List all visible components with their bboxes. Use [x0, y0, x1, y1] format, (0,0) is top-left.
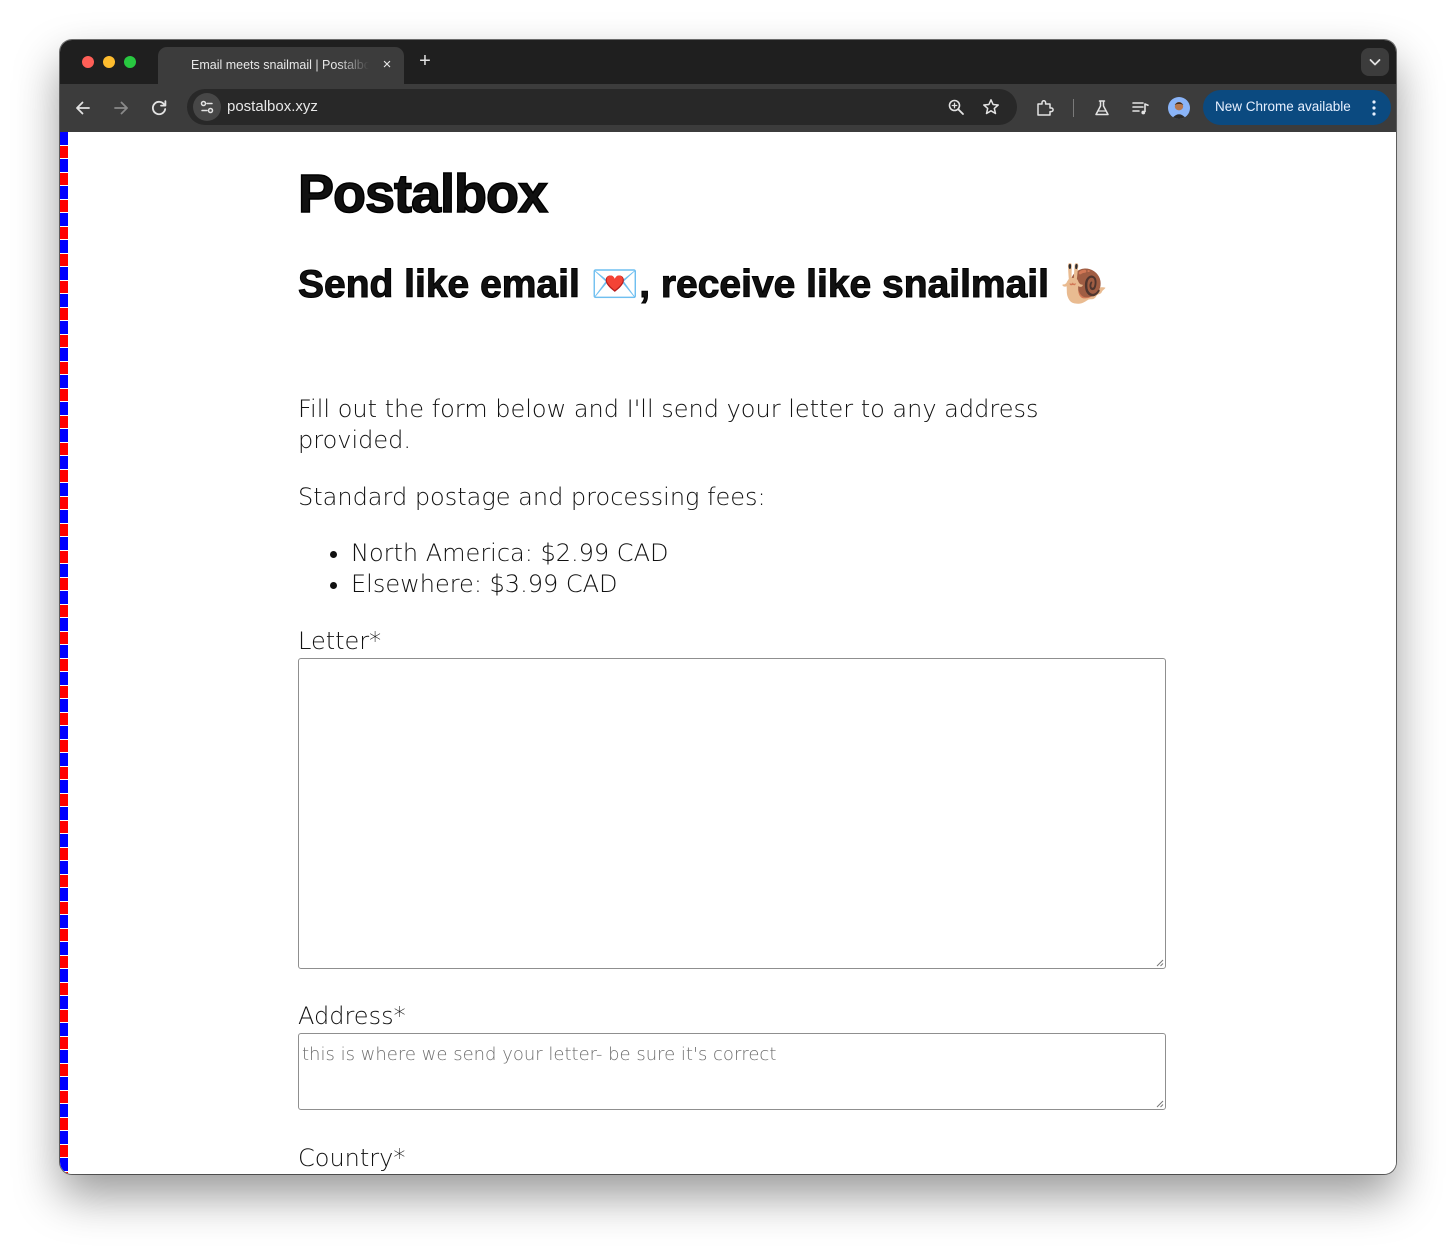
letter-textarea[interactable] [298, 658, 1166, 969]
maximize-window-button[interactable] [124, 56, 136, 68]
tagline-text-1: Send like email [298, 263, 591, 307]
love-letter-icon: 💌 [590, 263, 640, 306]
tagline: Send like email 💌, receive like snailmai… [298, 260, 1168, 310]
tagline-text-2: , receive like snailmail [639, 263, 1060, 307]
browser-window: Email meets snailmail | Postalbox × + po… [60, 40, 1396, 1174]
profile-icon [1171, 102, 1187, 119]
tab-title: Email meets snailmail | Postalbox [191, 58, 369, 72]
resize-handle-icon[interactable] [1155, 1099, 1164, 1108]
more-vert-icon[interactable] [1369, 99, 1379, 117]
zoom-icon[interactable] [947, 98, 965, 116]
fee-item-elsewhere: Elsewhere: $3.99 CAD [351, 569, 668, 600]
arrow-left-icon[interactable] [71, 96, 95, 120]
country-label: Country* [298, 1144, 406, 1172]
site-info-button[interactable] [193, 93, 221, 121]
arrow-right-icon[interactable] [109, 96, 133, 120]
flask-icon[interactable] [1092, 98, 1112, 118]
fees-heading: Standard postage and processing fees: [298, 483, 766, 511]
star-icon[interactable] [982, 98, 1000, 116]
media-queue-icon[interactable] [1130, 98, 1150, 118]
toolbar-divider [1073, 99, 1074, 117]
resize-handle-icon[interactable] [1155, 958, 1164, 967]
fee-item-north-america: North America: $2.99 CAD [351, 538, 668, 569]
address-placeholder: this is where we send your letter- be su… [302, 1044, 777, 1065]
intro-text: Fill out the form below and I'll send yo… [298, 395, 1039, 454]
update-label: New Chrome available [1215, 99, 1351, 114]
site-title: Postalbox [297, 163, 549, 225]
chevron-down-icon [1369, 59, 1381, 66]
address-textarea[interactable]: this is where we send your letter- be su… [298, 1033, 1166, 1110]
close-window-button[interactable] [82, 56, 94, 68]
fees-list: North America: $2.99 CAD Elsewhere: $3.9… [298, 538, 668, 600]
url-text[interactable]: postalbox.xyz [227, 98, 318, 115]
reload-icon[interactable] [147, 96, 171, 120]
puzzle-icon[interactable] [1035, 98, 1055, 118]
snail-icon: 🐌 [1059, 263, 1109, 306]
page-content: Postalbox Send like email 💌, receive lik… [60, 132, 1396, 1174]
tab-search-button[interactable] [1361, 48, 1389, 76]
tab-strip: Email meets snailmail | Postalbox × + [60, 40, 1396, 84]
letter-label: Letter* [298, 627, 382, 655]
tune-icon [200, 100, 214, 114]
new-chrome-available-button[interactable]: New Chrome available [1203, 90, 1391, 125]
avatar[interactable] [1168, 97, 1190, 119]
minimize-window-button[interactable] [103, 56, 115, 68]
airmail-border [60, 132, 68, 1174]
address-label: Address* [298, 1002, 406, 1030]
address-bar[interactable]: postalbox.xyz [187, 89, 1017, 125]
browser-toolbar: postalbox.xyz New Chrome available [60, 84, 1396, 132]
tab-close-icon[interactable]: × [378, 56, 396, 74]
tab-postalbox[interactable]: Email meets snailmail | Postalbox × [158, 47, 404, 84]
new-tab-button[interactable]: + [413, 50, 437, 74]
